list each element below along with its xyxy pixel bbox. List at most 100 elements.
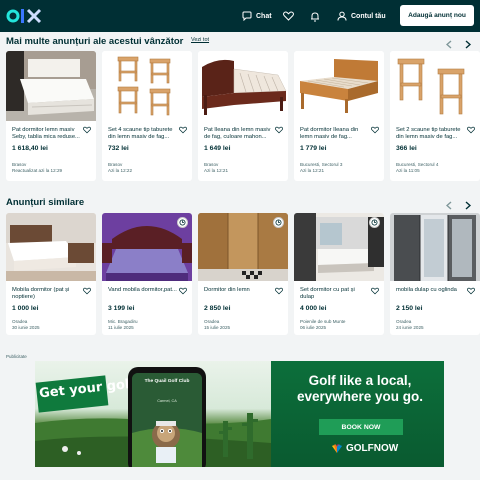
favorite-heart-icon[interactable]	[371, 126, 379, 134]
listing-price: 1 779 lei	[300, 145, 327, 152]
similar-section-title: Anunțuri similare	[6, 197, 85, 208]
favorite-heart-icon[interactable]	[179, 126, 187, 134]
promoted-badge	[369, 217, 380, 228]
listing-photo[interactable]	[390, 213, 480, 281]
phone-title: The Quail Golf Club	[144, 379, 190, 384]
listing-title[interactable]: Set dormitor cu pat și dulap	[300, 287, 370, 301]
listing-card[interactable]: Set 2 scaune tip taburete din lemn masiv…	[390, 51, 480, 181]
listing-location: Mic. Bragadiru 11 iulie 2025	[108, 319, 188, 331]
listing-title[interactable]: Pat dormitor Ileana din lemn masiv de fa…	[300, 127, 370, 141]
listing-title[interactable]: Mobila dormitor (pat și noptiere)	[12, 287, 82, 301]
chat-link[interactable]: Chat	[242, 8, 272, 24]
chevron-right-icon	[465, 200, 471, 210]
listing-photo[interactable]	[390, 51, 480, 121]
post-ad-button[interactable]: Adaugă anunț nou	[400, 5, 474, 26]
listing-price: 3 199 lei	[108, 305, 135, 312]
ad-visual: Get your golf on! The Quail Golf Club Ca…	[35, 361, 271, 467]
listing-location: Brasov Reactualizat azi la 12:29	[12, 162, 92, 174]
account-label: Contul tău	[351, 12, 386, 20]
listing-card[interactable]: Pat dormitor Ileana din lemn masiv de fa…	[294, 51, 384, 181]
date-text: 06 iulie 2025	[300, 325, 327, 330]
listing-title[interactable]: Pat Ileana din lemn masiv de fag, culoar…	[204, 127, 274, 141]
listing-photo[interactable]	[102, 51, 192, 121]
phone-screen: The Quail Golf Club Carmel, CA	[132, 373, 202, 467]
book-now-button[interactable]: BOOK NOW	[319, 419, 403, 435]
heart-icon	[283, 11, 294, 21]
user-icon	[337, 11, 347, 21]
listing-price: 1 618,40 lei	[12, 145, 48, 152]
listing-location: Bucuresti, Sectorul 3 Azi la 12:21	[300, 162, 380, 174]
account-menu[interactable]: Contul tău	[337, 8, 386, 24]
listing-title[interactable]: mobila dulap cu oglinda	[396, 287, 466, 301]
listing-price: 366 lei	[396, 145, 417, 152]
listing-card[interactable]: Set dormitor cu pat și dulap 4 000 lei P…	[294, 213, 384, 335]
olx-logo[interactable]	[6, 6, 44, 26]
listing-title[interactable]: Pat dormitor lemn masiv Seby, tablia mic…	[12, 127, 82, 141]
listing-location: Brasov Azi la 12:22	[108, 162, 188, 174]
date-text: Reactualizat azi la 12:29	[12, 168, 63, 173]
listing-location: Oradea 24 iunie 2025	[396, 319, 476, 331]
listing-card[interactable]: Set 4 scaune tip taburete din lemn masiv…	[102, 51, 192, 181]
bell-icon	[311, 11, 319, 21]
listing-card[interactable]: Pat Ileana din lemn masiv de fag, culoar…	[198, 51, 288, 181]
carousel-prev-button[interactable]	[444, 39, 454, 49]
favorites-button[interactable]	[283, 8, 294, 24]
listing-price: 2 850 lei	[204, 305, 231, 312]
favorite-heart-icon[interactable]	[83, 287, 91, 295]
date-text: 30 iunie 2025	[12, 325, 40, 330]
chat-icon	[242, 11, 252, 21]
golf-advertisement[interactable]: Get your golf on! The Quail Golf Club Ca…	[35, 361, 444, 467]
listing-location: Oradea 15 iulie 2025	[204, 319, 284, 331]
notifications-button[interactable]	[310, 8, 320, 24]
listing-price: 4 000 lei	[300, 305, 327, 312]
favorite-heart-icon[interactable]	[467, 126, 475, 134]
ad-headline: Golf like a local, everywhere you go.	[296, 373, 424, 404]
date-text: Azi la 12:21	[204, 168, 229, 173]
date-text: 11 iulie 2025	[108, 325, 134, 330]
favorite-heart-icon[interactable]	[179, 287, 187, 295]
listing-card[interactable]: Vand mobila dormitor,pat... 3 199 lei Mi…	[102, 213, 192, 335]
advertising-label: Publicitate	[6, 354, 27, 359]
listing-photo[interactable]	[294, 51, 384, 121]
listing-card[interactable]: Pat dormitor lemn masiv Seby, tablia mic…	[6, 51, 96, 181]
carousel-next-button[interactable]	[463, 39, 473, 49]
favorite-heart-icon[interactable]	[275, 287, 283, 295]
listing-photo[interactable]	[6, 51, 96, 121]
listing-card[interactable]: Mobila dormitor (pat și noptiere) 1 000 …	[6, 213, 96, 335]
listing-card[interactable]: Dormitor din lemn 2 850 lei Oradea 15 iu…	[198, 213, 288, 335]
favorite-heart-icon[interactable]	[83, 126, 91, 134]
listing-location: Poienile de sub Munte 06 iulie 2025	[300, 319, 380, 331]
favorite-heart-icon[interactable]	[467, 287, 475, 295]
favorite-heart-icon[interactable]	[275, 126, 283, 134]
listing-location: Oradea 30 iunie 2025	[12, 319, 92, 331]
date-text: 24 iunie 2025	[396, 325, 424, 330]
carousel-prev-button[interactable]	[444, 200, 454, 210]
chat-label: Chat	[256, 12, 272, 20]
listing-location: Brasov Azi la 12:21	[204, 162, 284, 174]
date-text: 15 iulie 2025	[204, 325, 231, 330]
listing-photo[interactable]	[198, 51, 288, 121]
chevron-right-icon	[465, 39, 471, 49]
listing-title[interactable]: Set 4 scaune tip taburete din lemn masiv…	[108, 127, 178, 141]
carousel-next-button[interactable]	[463, 200, 473, 210]
top-header: Chat Contul tău Adaugă anunț nou	[0, 0, 480, 32]
golfnow-logo: GOLFNOW	[331, 441, 444, 455]
see-all-link[interactable]: Vezi tot	[191, 37, 209, 43]
chevron-left-icon	[446, 200, 452, 210]
listing-title[interactable]: Set 2 scaune tip taburete din lemn masiv…	[396, 127, 466, 141]
listing-price: 1 000 lei	[12, 305, 39, 312]
listing-photo[interactable]	[6, 213, 96, 281]
brand-text: GOLFNOW	[346, 442, 399, 454]
listing-price: 2 150 lei	[396, 305, 423, 312]
promoted-badge	[177, 217, 188, 228]
peacock-icon	[332, 443, 342, 453]
promote-icon	[179, 219, 186, 226]
date-text: Azi la 12:22	[108, 168, 133, 173]
listing-card[interactable]: mobila dulap cu oglinda 2 150 lei Oradea…	[390, 213, 480, 335]
listing-price: 1 649 lei	[204, 145, 231, 152]
listing-title[interactable]: Dormitor din lemn	[204, 287, 274, 301]
listing-location: Bucuresti, Sectorul 4 Azi la 11:05	[396, 162, 476, 174]
favorite-heart-icon[interactable]	[371, 287, 379, 295]
listing-title[interactable]: Vand mobila dormitor,pat...	[108, 287, 178, 301]
seller-section-title: Mai multe anunțuri ale acestui vânzător	[6, 36, 184, 47]
